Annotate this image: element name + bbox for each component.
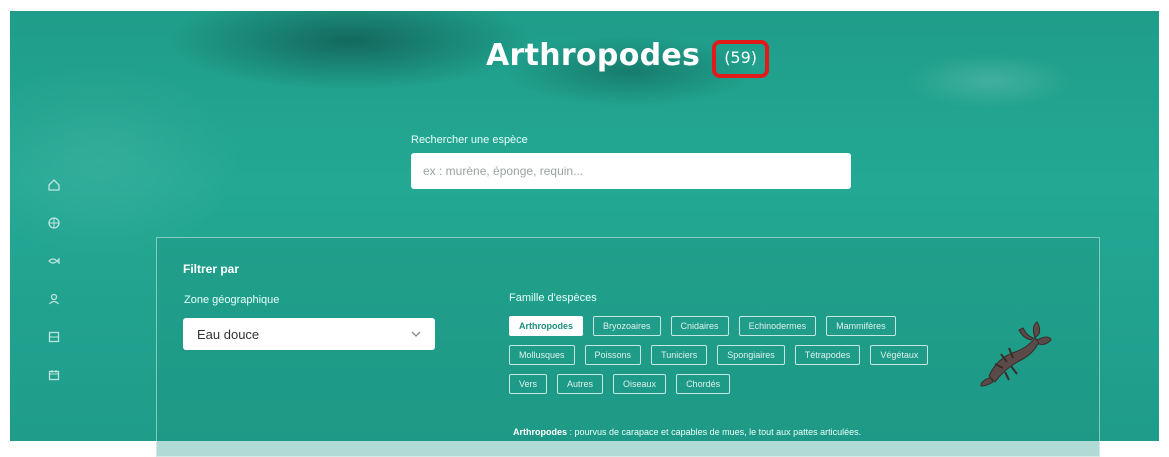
family-chip[interactable]: Spongiaires [717,345,785,365]
family-chip[interactable]: Cnidaires [670,316,729,336]
zone-selected-value: Eau douce [197,326,260,342]
family-chip[interactable]: Autres [557,374,604,394]
family-chip[interactable]: Echinodermes [738,316,817,336]
zone-select[interactable]: Eau douce [183,318,435,350]
family-chip[interactable]: Vers [509,374,548,394]
home-icon[interactable] [47,178,61,192]
family-chip[interactable]: Tétrapodes [794,345,861,365]
family-chip[interactable]: Végétaux [870,345,929,365]
family-chip[interactable]: Poissons [584,345,642,365]
family-chip[interactable]: Bryozoaires [593,316,661,336]
filter-title: Filtrer par [183,262,240,276]
page-title: Arthropodes [486,38,701,73]
lobster-icon [975,318,1053,390]
search-label: Rechercher une espèce [411,134,528,146]
title-row: Arthropodes (59) [486,38,770,80]
description-family-name: Arthropodes [513,427,567,437]
fish-icon[interactable] [47,254,61,268]
family-chip[interactable]: Mollusques [509,345,575,365]
grid-icon[interactable] [47,330,61,344]
chevron-down-icon [411,329,421,340]
user-icon[interactable] [47,292,61,306]
search-input[interactable] [411,153,851,189]
calendar-icon[interactable] [47,368,61,382]
family-chip[interactable]: Chordés [676,374,731,394]
globe-icon[interactable] [47,216,61,230]
description-text: : pourvus de carapace et capables de mue… [567,427,862,437]
family-chip[interactable]: Tuniciers [651,345,708,365]
zone-label: Zone géographique [184,294,280,306]
family-chip[interactable]: Oiseaux [613,374,667,394]
family-label: Famille d'espèces [509,292,597,304]
family-chip[interactable]: Arthropodes [509,316,583,336]
side-navigation [42,178,66,382]
count-highlight: (59) [712,40,770,78]
family-description: Arthropodes : pourvus de carapace et cap… [513,427,861,437]
species-count: (59) [724,48,758,67]
family-chip-list: Arthropodes Bryozoaires Cnidaires Echinoder… [509,316,949,394]
family-chip[interactable]: Mammifères [826,316,896,336]
